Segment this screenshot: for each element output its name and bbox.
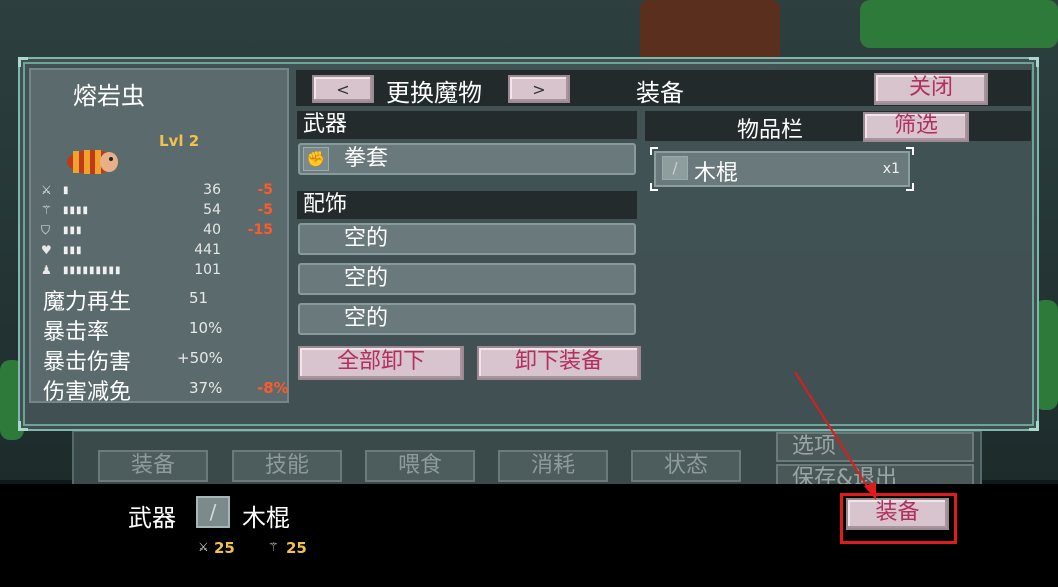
item-stat-magic: 25: [286, 539, 307, 557]
sword-icon: ⚔: [41, 183, 52, 197]
monster-level: Lvl 2: [159, 132, 200, 150]
attribute-value: 37%: [189, 379, 223, 397]
inventory-item-count: x1: [882, 161, 900, 177]
mana-icon: ♟: [41, 263, 52, 277]
background-tab: 状态: [631, 450, 741, 482]
stat-row-attack: ⚔ ▮ 36 -5: [41, 182, 281, 202]
highlight-box: [840, 493, 957, 544]
stat-value: 101: [194, 262, 221, 278]
modal-corner: [18, 57, 28, 67]
sword-icon: ⚔: [198, 540, 209, 554]
stat-bar: ▮: [63, 185, 70, 196]
accessory-section-header: 配饰: [297, 191, 637, 219]
page-title: 装备: [636, 79, 684, 107]
stat-bar: ▮▮▮▮: [63, 205, 90, 216]
item-type-label: 武器: [128, 504, 176, 532]
background-foliage: [860, 0, 1058, 48]
inventory-header: 物品栏: [645, 111, 1031, 143]
attribute-damage-reduction: 伤害减免 37% -8%: [43, 374, 293, 405]
accessory-slot-label: 空的: [344, 226, 389, 251]
attribute-label: 伤害减免: [43, 380, 132, 405]
weapon-slot-label: 拳套: [344, 146, 389, 171]
selection-bracket: [906, 183, 914, 191]
wooden-stick-icon: /: [196, 496, 230, 528]
accessory-slot-label: 空的: [344, 306, 389, 331]
attribute-value: 51: [189, 289, 209, 307]
shield-icon: ⛉: [41, 223, 51, 237]
selection-bracket: [650, 183, 658, 191]
item-name: 木棍: [242, 504, 290, 532]
filter-button[interactable]: 筛选: [863, 112, 969, 142]
close-button[interactable]: 关闭: [874, 73, 988, 105]
background-tab: 装备: [98, 450, 208, 482]
weapon-section-header: 武器: [297, 111, 637, 139]
monster-name: 熔岩虫: [73, 82, 145, 110]
modal-corner: [18, 421, 28, 431]
selection-bracket: [906, 147, 914, 155]
unequip-all-button[interactable]: 全部卸下: [298, 346, 464, 380]
staff-icon: ⚚: [41, 203, 52, 217]
attribute-label: 暴击伤害: [43, 350, 132, 375]
attribute-crit-damage: 暴击伤害 +50%: [43, 344, 293, 375]
switch-monster-label: 更换魔物: [386, 79, 482, 107]
stat-modifier: -5: [257, 182, 273, 198]
accessory-slot[interactable]: 空的: [298, 303, 636, 335]
attribute-crit-rate: 暴击率 10%: [43, 314, 293, 345]
stat-row-health: ♥ ▮▮▮ 441: [41, 242, 281, 262]
attribute-mana-regen: 魔力再生 51: [43, 284, 293, 315]
attribute-label: 暴击率: [43, 320, 110, 345]
accessory-slot-label: 空的: [344, 266, 389, 291]
inventory-title: 物品栏: [737, 118, 804, 143]
stat-bar: ▮▮▮▮▮▮▮▮▮: [63, 265, 122, 276]
stat-bar: ▮▮▮: [63, 245, 83, 256]
monster-stats-panel: 熔岩虫 Lvl 2 ⚔ ▮ 36 -5 ⚚ ▮▮▮▮ 54 -5 ⛉ ▮▮▮ 4…: [29, 68, 289, 405]
wooden-stick-icon: /: [662, 156, 688, 180]
unequip-button[interactable]: 卸下装备: [477, 346, 641, 380]
modal-corner: [1029, 57, 1039, 67]
background-tab: 喂食: [365, 450, 475, 482]
stat-row-defense: ⛉ ▮▮▮ 40 -15: [41, 222, 281, 242]
stat-value: 36: [203, 182, 221, 198]
stat-value: 40: [203, 222, 221, 238]
stat-modifier: -15: [247, 222, 273, 238]
accessory-slot[interactable]: 空的: [298, 263, 636, 295]
heart-icon: ♥: [41, 243, 52, 257]
staff-icon: ⚚: [268, 540, 279, 554]
accessory-slot[interactable]: 空的: [298, 223, 636, 255]
item-stat-attack: 25: [214, 539, 235, 557]
stat-row-magic: ⚚ ▮▮▮▮ 54 -5: [41, 202, 281, 222]
gauntlet-icon: ✊: [303, 147, 329, 171]
stat-modifier: -5: [257, 202, 273, 218]
background-tab: 消耗: [498, 450, 608, 482]
weapon-slot[interactable]: ✊ 拳套: [298, 143, 636, 175]
attribute-value: 10%: [189, 319, 223, 337]
modal-corner: [1029, 421, 1039, 431]
inventory-item-name: 木棍: [694, 161, 739, 186]
lava-worm-sprite: [67, 150, 118, 174]
attribute-modifier: -8%: [257, 379, 289, 397]
attribute-value: +50%: [177, 349, 223, 367]
attribute-label: 魔力再生: [43, 290, 132, 315]
stat-value: 441: [194, 242, 221, 258]
stat-value: 54: [203, 202, 221, 218]
selection-bracket: [650, 147, 658, 155]
stat-bar: ▮▮▮: [63, 225, 83, 236]
background-tab: 技能: [232, 450, 342, 482]
prev-monster-button[interactable]: <: [312, 75, 374, 103]
inventory-item[interactable]: / 木棍 x1: [654, 151, 910, 187]
background-options-button: 选项: [776, 432, 974, 462]
stat-row-mana: ♟ ▮▮▮▮▮▮▮▮▮ 101: [41, 262, 281, 282]
next-monster-button[interactable]: >: [508, 75, 570, 103]
